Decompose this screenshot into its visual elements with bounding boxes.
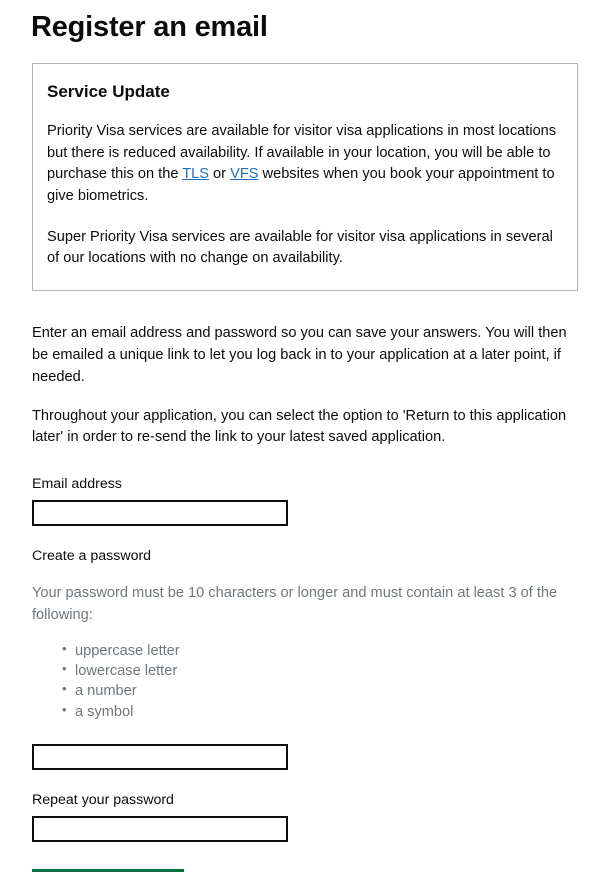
password-hint: Your password must be 10 characters or l… <box>32 585 558 624</box>
password-rules-list: uppercase letter lowercase letter a numb… <box>32 640 578 722</box>
service-update-box: Service Update Priority Visa services ar… <box>32 62 578 291</box>
list-item: uppercase letter <box>62 640 578 661</box>
registration-form: Email address Create a password Your pas… <box>32 476 578 872</box>
list-item: a symbol <box>62 701 578 722</box>
list-item: lowercase letter <box>62 660 578 681</box>
email-input[interactable] <box>32 500 288 527</box>
list-item: a number <box>62 680 578 701</box>
intro-paragraph-1: Enter an email address and password so y… <box>32 324 567 385</box>
password-input[interactable] <box>32 743 288 770</box>
notice-text-segment-2: or <box>209 166 231 183</box>
email-address-label: Email address <box>32 476 122 493</box>
intro-paragraph-2: Throughout your application, you can sel… <box>32 407 567 446</box>
service-update-heading: Service Update <box>47 81 170 101</box>
page-title: Register an email <box>31 11 268 43</box>
vfs-link[interactable]: VFS <box>230 166 258 182</box>
tls-link[interactable]: TLS <box>182 166 209 182</box>
create-password-label: Create a password <box>32 548 152 565</box>
service-update-paragraph-2: Super Priority Visa services are availab… <box>47 228 553 267</box>
register-email-page: Register an email Service Update Priorit… <box>0 0 610 872</box>
intro-copy: Enter an email address and password so y… <box>32 323 578 449</box>
repeat-password-label: Repeat your password <box>32 791 174 808</box>
repeat-password-input[interactable] <box>32 815 288 842</box>
service-update-paragraph-1: Priority Visa services are available for… <box>47 121 563 207</box>
